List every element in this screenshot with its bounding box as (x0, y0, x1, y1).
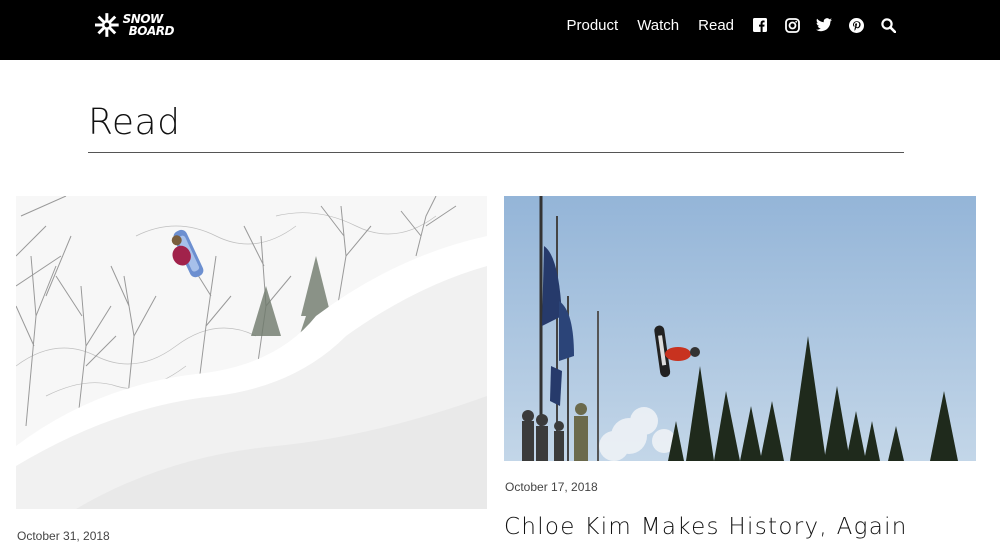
site-logo[interactable]: SNOW BOARD (94, 10, 175, 40)
nav-read[interactable]: Read (698, 17, 734, 34)
article-image-halfpipe[interactable] (504, 196, 976, 461)
page-title: Read (88, 102, 181, 143)
twitter-icon[interactable] (816, 17, 832, 33)
article-title[interactable]: Chloe Kim Makes History, Again (504, 514, 908, 540)
article-card[interactable]: October 17, 2018 Chloe Kim Makes History… (504, 196, 976, 540)
article-image-snow-jump[interactable] (16, 196, 487, 509)
pinterest-icon[interactable] (848, 17, 864, 33)
top-nav-bar: SNOW BOARD Product Watch Read (0, 0, 1000, 60)
article-card[interactable]: October 31, 2018 (16, 196, 487, 543)
instagram-icon[interactable] (784, 17, 800, 33)
snowflake-logo-icon (94, 13, 119, 37)
search-icon[interactable] (880, 17, 896, 33)
article-date: October 31, 2018 (17, 529, 110, 543)
nav-product[interactable]: Product (566, 17, 618, 34)
logo-text-board: BOARD (128, 24, 175, 38)
main-nav: Product Watch Read (566, 0, 1000, 50)
article-date: October 17, 2018 (505, 480, 598, 494)
title-divider (88, 152, 904, 153)
facebook-icon[interactable] (752, 17, 768, 33)
nav-watch[interactable]: Watch (637, 17, 679, 34)
